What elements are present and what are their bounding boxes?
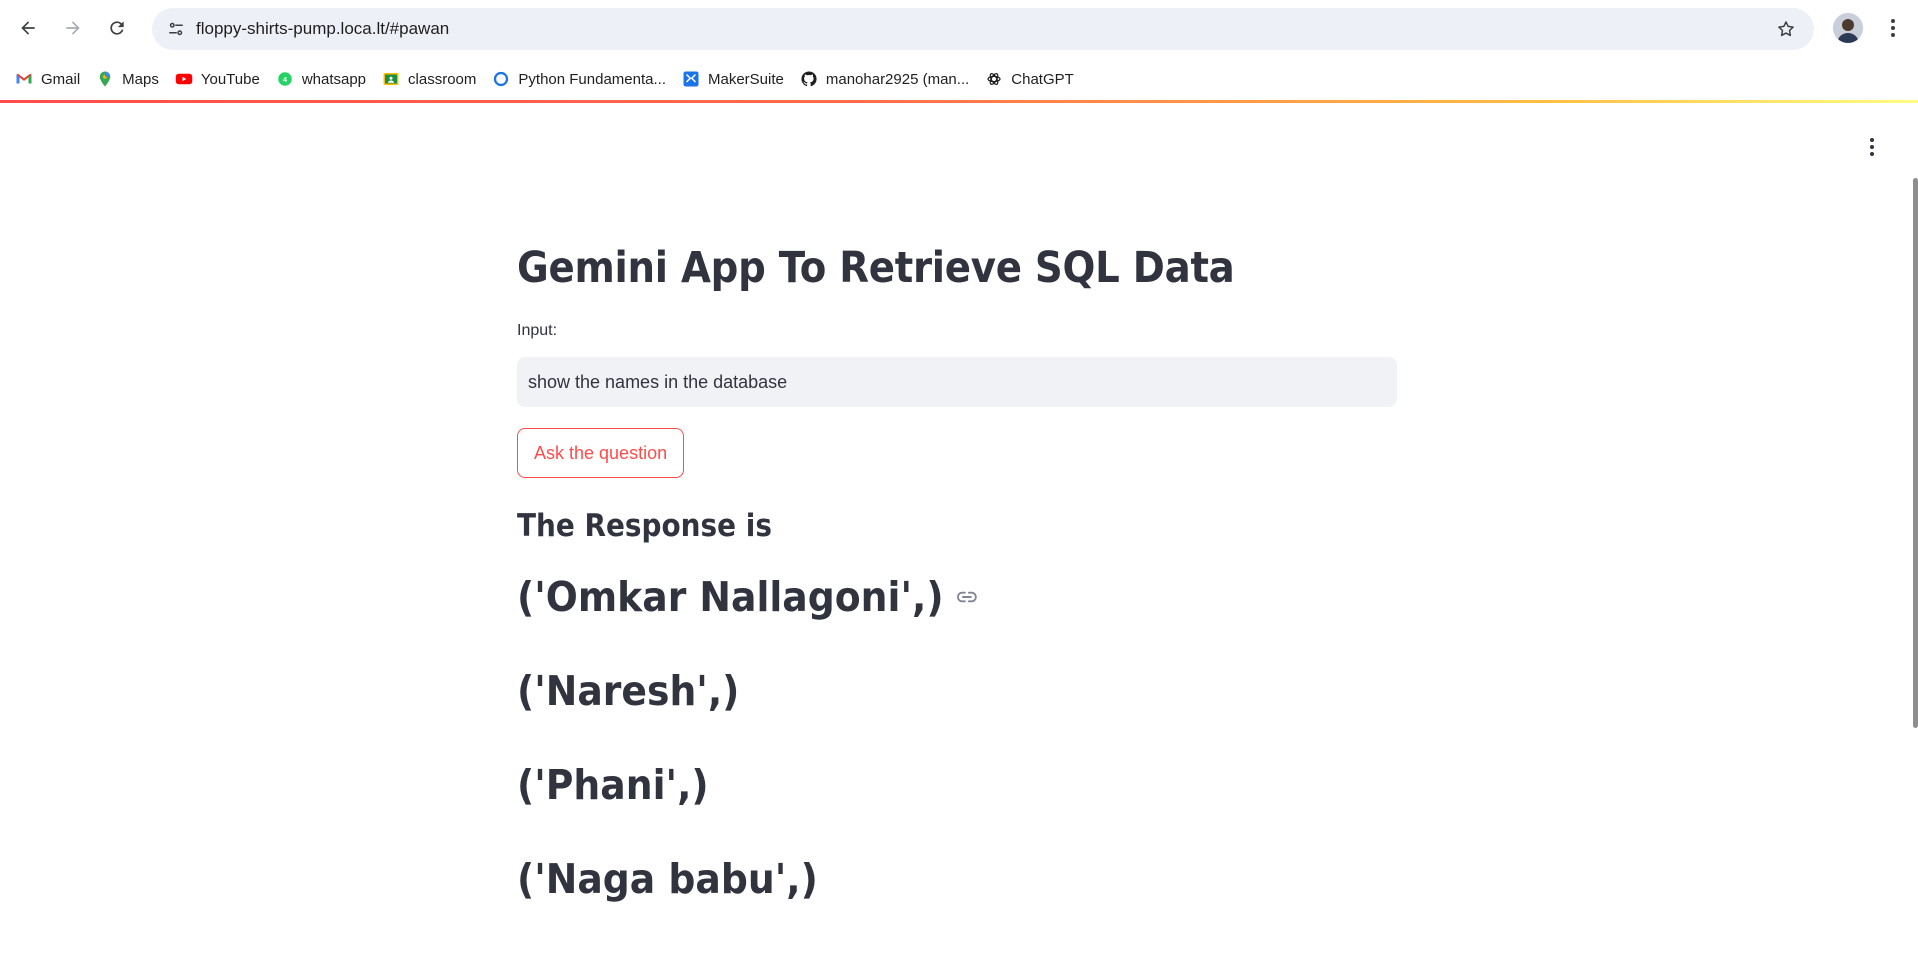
- bookmark-label: manohar2925 (man...: [825, 70, 970, 88]
- forward-button[interactable]: [55, 10, 91, 46]
- bookmark-youtube[interactable]: YouTube: [167, 63, 268, 95]
- whatsapp-icon: 4: [276, 70, 294, 88]
- address-bar[interactable]: floppy-shirts-pump.loca.lt/#pawan: [152, 8, 1814, 50]
- makersuite-icon: [682, 70, 700, 88]
- bookmark-label: ChatGPT: [1011, 70, 1074, 88]
- main-content: Gemini App To Retrieve SQL Data Input: A…: [517, 230, 1397, 926]
- result-item: ('Naresh',): [517, 644, 1327, 738]
- bookmark-star-icon[interactable]: [1770, 13, 1802, 45]
- bookmark-label: whatsapp: [301, 70, 367, 88]
- bookmark-maps[interactable]: Maps: [88, 63, 167, 95]
- browser-menu-icon[interactable]: [1879, 11, 1907, 45]
- bookmark-label: Gmail: [41, 70, 81, 88]
- result-item: ('Naga babu',): [517, 832, 1327, 926]
- classroom-icon: [382, 70, 400, 88]
- reload-icon: [110, 21, 124, 35]
- maps-icon: [96, 70, 114, 88]
- chatgpt-icon: [985, 70, 1003, 88]
- bookmark-label: Python Fundamenta...: [518, 70, 666, 88]
- bookmark-label: classroom: [408, 70, 477, 88]
- result-text: ('Phani',): [517, 761, 709, 809]
- question-input-container: [517, 357, 1397, 407]
- python-course-icon: [492, 70, 510, 88]
- site-info-icon[interactable]: [160, 13, 192, 45]
- back-arrow-icon: [21, 21, 35, 35]
- github-icon: [800, 70, 818, 88]
- page-scrollbar[interactable]: [1913, 178, 1918, 728]
- app-header-decoration: [0, 100, 1918, 103]
- bookmark-makersuite[interactable]: MakerSuite: [674, 63, 792, 95]
- result-item: ('Omkar Nallagoni',): [517, 550, 1327, 644]
- gmail-icon: [15, 70, 33, 88]
- result-text: ('Naga babu',): [517, 855, 818, 903]
- bookmark-chatgpt[interactable]: ChatGPT: [977, 63, 1082, 95]
- input-label: Input:: [517, 322, 558, 339]
- ask-question-button[interactable]: Ask the question: [517, 428, 685, 478]
- bookmark-whatsapp[interactable]: 4 whatsapp: [268, 63, 374, 95]
- bookmark-gmail[interactable]: Gmail: [7, 63, 88, 95]
- bookmark-python-fundamentals[interactable]: Python Fundamenta...: [484, 63, 674, 95]
- app-main-menu-icon[interactable]: [1860, 134, 1884, 160]
- back-button[interactable]: [10, 10, 46, 46]
- result-text: ('Naresh',): [517, 667, 740, 715]
- profile-avatar[interactable]: [1833, 13, 1863, 43]
- url-text[interactable]: floppy-shirts-pump.loca.lt/#pawan: [196, 8, 449, 50]
- bookmark-github[interactable]: manohar2925 (man...: [792, 63, 977, 95]
- youtube-icon: [175, 70, 193, 88]
- forward-arrow-icon: [66, 21, 80, 35]
- result-text: ('Omkar Nallagoni',): [517, 573, 944, 621]
- reload-button[interactable]: [99, 10, 135, 46]
- bookmark-label: Maps: [122, 70, 159, 88]
- browser-toolbar: floppy-shirts-pump.loca.lt/#pawan: [0, 0, 1918, 58]
- bookmarks-bar: Gmail Maps YouTube 4 whatsapp classroom …: [0, 58, 1918, 100]
- response-heading: The Response is: [517, 508, 772, 544]
- question-input[interactable]: [518, 358, 1396, 406]
- anchor-link-icon[interactable]: [955, 584, 979, 610]
- bookmark-label: MakerSuite: [707, 70, 784, 88]
- bookmark-classroom[interactable]: classroom: [374, 63, 484, 95]
- result-item: ('Phani',): [517, 738, 1327, 832]
- page-title: Gemini App To Retrieve SQL Data: [517, 243, 1235, 293]
- bookmark-label: YouTube: [200, 70, 260, 88]
